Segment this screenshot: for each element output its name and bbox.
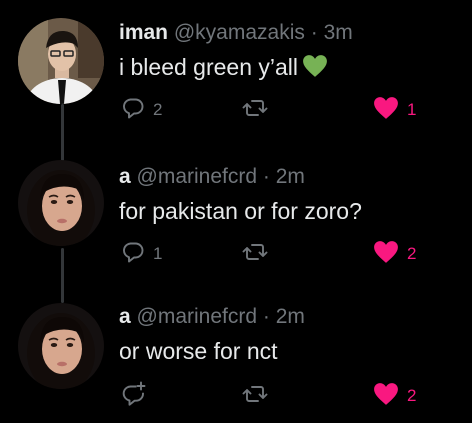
tweet-header: a @marinefcrd · 2m — [119, 305, 305, 329]
separator-dot: · — [262, 165, 270, 188]
like-count: 1 — [407, 100, 417, 119]
display-name[interactable]: a — [119, 305, 131, 328]
display-name[interactable]: a — [119, 165, 131, 188]
heart-filled-icon — [373, 96, 399, 125]
avatar[interactable] — [18, 303, 104, 389]
retweet-button[interactable] — [242, 383, 268, 409]
like-count: 2 — [407, 244, 417, 263]
tweet-text-content: or worse for nct — [119, 338, 278, 364]
separator-dot: · — [310, 21, 318, 44]
tweet[interactable]: a @marinefcrd · 2m for pakistan or for z… — [0, 145, 472, 285]
retweet-icon — [242, 382, 268, 411]
tweet-text-content: for pakistan or for zoro? — [119, 198, 362, 224]
timestamp[interactable]: 3m — [324, 21, 353, 44]
avatar[interactable] — [18, 18, 104, 104]
user-handle[interactable]: @marinefcrd — [137, 165, 258, 188]
tweet-text: i bleed green y’all — [119, 53, 328, 84]
like-button[interactable]: 2 — [373, 382, 417, 411]
reply-button[interactable]: 1 — [121, 241, 162, 267]
like-button[interactable]: 2 — [373, 240, 417, 269]
retweet-button[interactable] — [242, 97, 268, 123]
reply-count: 1 — [153, 244, 163, 263]
reply-button[interactable] — [121, 381, 155, 412]
reply-plus-icon — [121, 381, 147, 412]
reply-icon — [121, 96, 145, 125]
user-handle[interactable]: @kyamazakis — [174, 21, 305, 44]
like-button[interactable]: 1 — [373, 96, 417, 125]
tweet-header: a @marinefcrd · 2m — [119, 165, 305, 189]
tweet-text: or worse for nct — [119, 337, 278, 365]
reply-button[interactable]: 2 — [121, 97, 162, 123]
tweet[interactable]: a @marinefcrd · 2m or worse for nct 2 — [0, 285, 472, 423]
tweet-thread: iman @kyamazakis · 3m i bleed green y’al… — [0, 0, 472, 423]
retweet-icon — [242, 240, 268, 269]
avatar[interactable] — [18, 160, 104, 246]
tweet-text: for pakistan or for zoro? — [119, 197, 362, 225]
tweet-text-content: i bleed green y’all — [119, 54, 299, 80]
green-heart-icon — [302, 54, 328, 84]
reply-count: 2 — [153, 100, 163, 119]
display-name[interactable]: iman — [119, 21, 168, 44]
reply-icon — [121, 240, 145, 269]
tweet[interactable]: iman @kyamazakis · 3m i bleed green y’al… — [0, 0, 472, 145]
retweet-button[interactable] — [242, 241, 268, 267]
timestamp[interactable]: 2m — [276, 305, 305, 328]
tweet-header: iman @kyamazakis · 3m — [119, 21, 353, 45]
heart-filled-icon — [373, 240, 399, 269]
heart-filled-icon — [373, 382, 399, 411]
user-handle[interactable]: @marinefcrd — [137, 305, 258, 328]
like-count: 2 — [407, 386, 417, 405]
separator-dot: · — [262, 305, 270, 328]
retweet-icon — [242, 96, 268, 125]
timestamp[interactable]: 2m — [276, 165, 305, 188]
